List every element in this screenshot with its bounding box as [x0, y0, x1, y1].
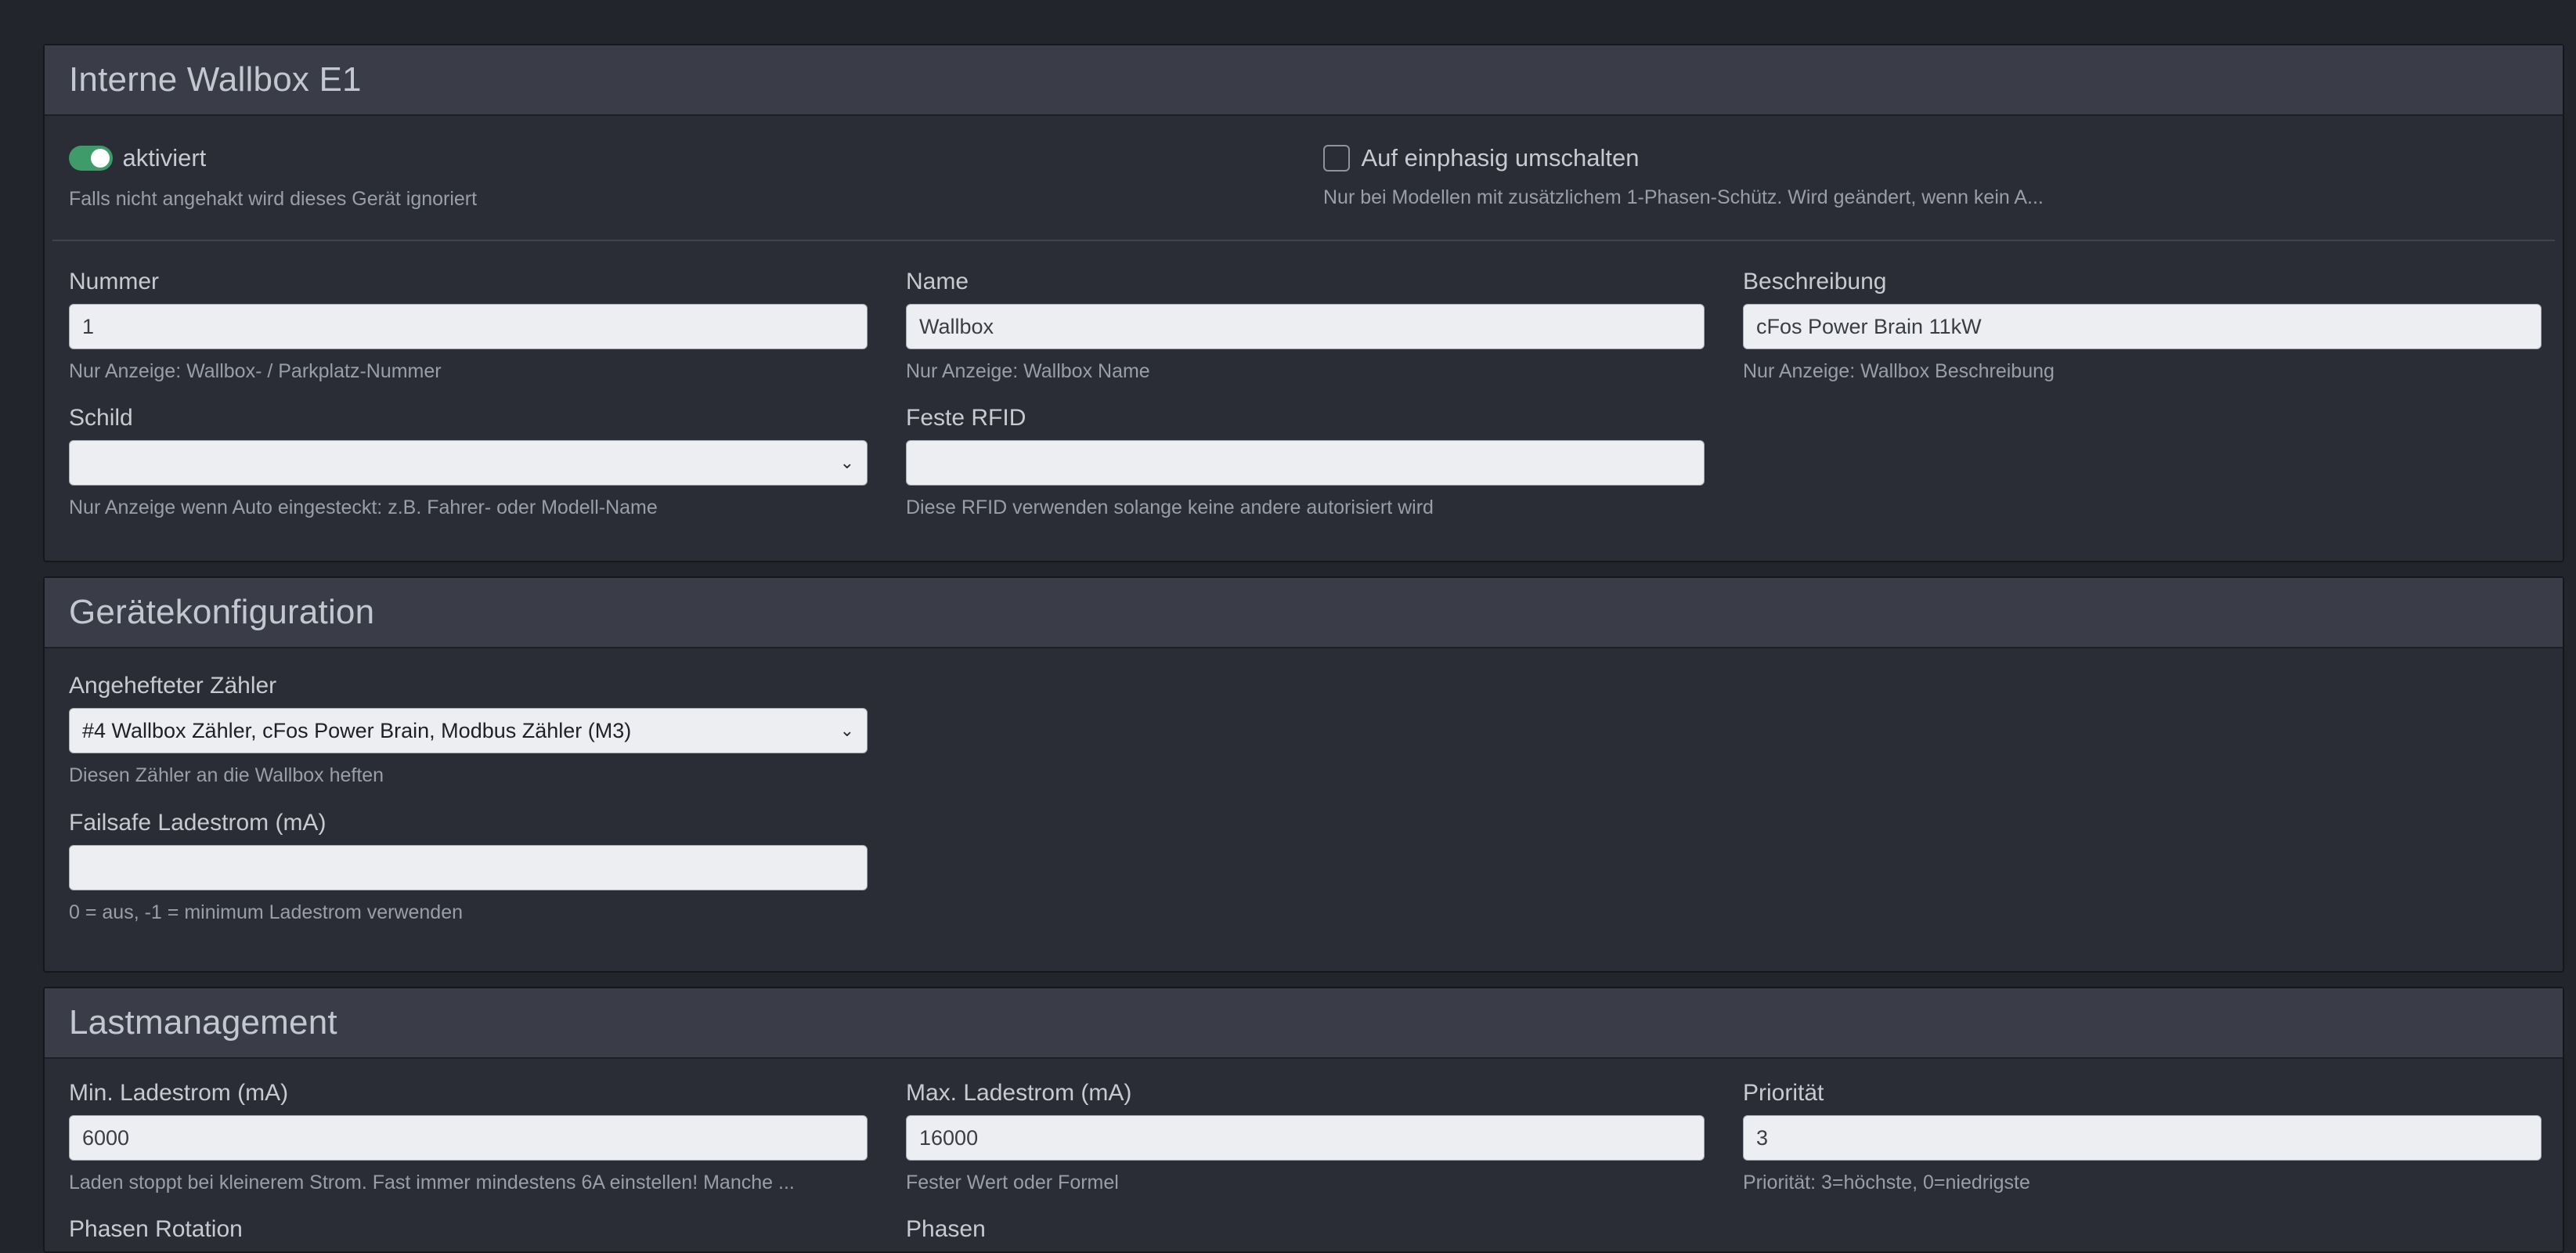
number-field: Nummer 1 Nur Anzeige: Wallbox- / Parkpla… [69, 268, 868, 384]
meter-select-value: #4 Wallbox Zähler, cFos Power Brain, Mod… [82, 718, 632, 742]
min-current-help: Laden stoppt bei kleinerem Strom. Fast i… [69, 1172, 795, 1193]
name-input[interactable]: Wallbox [906, 304, 1705, 349]
min-current-field: Min. Ladestrom (mA) 6000 Laden stoppt be… [69, 1079, 868, 1195]
load-card-title: Lastmanagement [69, 1003, 337, 1042]
device-card-title: Gerätekonfiguration [69, 593, 375, 631]
sign-help: Nur Anzeige wenn Auto eingesteckt: z.B. … [69, 497, 658, 518]
single-phase-checkbox[interactable] [1323, 145, 1350, 172]
wallbox-card-title: Interne Wallbox E1 [69, 60, 362, 99]
section-divider [52, 240, 2555, 241]
sign-select[interactable]: ⌄ [69, 440, 868, 486]
min-current-input[interactable]: 6000 [69, 1115, 868, 1161]
priority-field: Priorität 3 Priorität: 3=höchste, 0=nied… [1743, 1079, 2542, 1195]
meter-label: Angehefteter Zähler [69, 673, 277, 699]
rfid-help: Diese RFID verwenden solange keine ander… [906, 497, 1434, 518]
wallbox-card: Interne Wallbox E1 aktiviert Falls nicht… [43, 44, 2564, 562]
failsafe-help: 0 = aus, -1 = minimum Ladestrom verwende… [69, 901, 464, 923]
failsafe-label: Failsafe Ladestrom (mA) [69, 810, 327, 836]
load-card-header: Lastmanagement [45, 988, 2563, 1059]
rfid-input[interactable] [906, 440, 1705, 486]
meter-field: Angehefteter Zähler #4 Wallbox Zähler, c… [69, 672, 868, 788]
number-label: Nummer [69, 269, 160, 294]
chevron-down-icon: ⌄ [839, 720, 854, 740]
rfid-field: Feste RFID Diese RFID verwenden solange … [906, 404, 1705, 520]
enabled-help: Falls nicht angehakt wird dieses Gerät i… [69, 188, 478, 210]
toggle-knob [91, 149, 110, 168]
number-help: Nur Anzeige: Wallbox- / Parkplatz-Nummer [69, 360, 442, 382]
name-help: Nur Anzeige: Wallbox Name [906, 360, 1150, 382]
wallbox-card-header: Interne Wallbox E1 [45, 45, 2563, 116]
failsafe-input[interactable] [69, 845, 868, 890]
failsafe-field: Failsafe Ladestrom (mA) 0 = aus, -1 = mi… [69, 809, 868, 925]
priority-input[interactable]: 3 [1743, 1115, 2542, 1161]
name-label: Name [906, 269, 969, 294]
phase-rotation-field: Phasen Rotation [69, 1215, 868, 1244]
phases-field: Phasen [906, 1215, 1705, 1244]
description-field: Beschreibung cFos Power Brain 11kW Nur A… [1743, 268, 2542, 384]
description-label: Beschreibung [1743, 269, 1887, 294]
priority-label: Priorität [1743, 1080, 1824, 1106]
meter-select[interactable]: #4 Wallbox Zähler, cFos Power Brain, Mod… [69, 708, 868, 753]
device-card: Gerätekonfiguration Angehefteter Zähler … [43, 576, 2564, 973]
rfid-label: Feste RFID [906, 405, 1026, 431]
sign-label: Schild [69, 405, 133, 431]
max-current-field: Max. Ladestrom (mA) 16000 Fester Wert od… [906, 1079, 1705, 1195]
phase-rotation-label: Phasen Rotation [69, 1216, 243, 1242]
sign-field: Schild ⌄ Nur Anzeige wenn Auto eingestec… [69, 404, 868, 520]
single-phase-help: Nur bei Modellen mit zusätzlichem 1-Phas… [1323, 186, 2044, 208]
enabled-toggle[interactable] [69, 146, 113, 171]
name-field: Name Wallbox Nur Anzeige: Wallbox Name [906, 268, 1705, 384]
enabled-field: aktiviert Falls nicht angehakt wird dies… [69, 144, 868, 211]
single-phase-field: Auf einphasig umschalten Nur bei Modelle… [1323, 144, 2122, 210]
chevron-down-icon: ⌄ [839, 453, 854, 472]
phases-label: Phasen [906, 1216, 986, 1242]
enabled-label: aktiviert [122, 144, 207, 172]
description-help: Nur Anzeige: Wallbox Beschreibung [1743, 360, 2055, 382]
device-card-header: Gerätekonfiguration [45, 578, 2563, 648]
description-input[interactable]: cFos Power Brain 11kW [1743, 304, 2542, 349]
min-current-label: Min. Ladestrom (mA) [69, 1080, 289, 1106]
meter-help: Diesen Zähler an die Wallbox heften [69, 764, 384, 786]
max-current-input[interactable]: 16000 [906, 1115, 1705, 1161]
single-phase-label: Auf einphasig umschalten [1361, 144, 1640, 172]
max-current-help: Fester Wert oder Formel [906, 1172, 1119, 1193]
priority-help: Priorität: 3=höchste, 0=niedrigste [1743, 1172, 2030, 1193]
max-current-label: Max. Ladestrom (mA) [906, 1080, 1132, 1106]
number-input[interactable]: 1 [69, 304, 868, 349]
load-card: Lastmanagement Min. Ladestrom (mA) 6000 … [43, 987, 2564, 1253]
